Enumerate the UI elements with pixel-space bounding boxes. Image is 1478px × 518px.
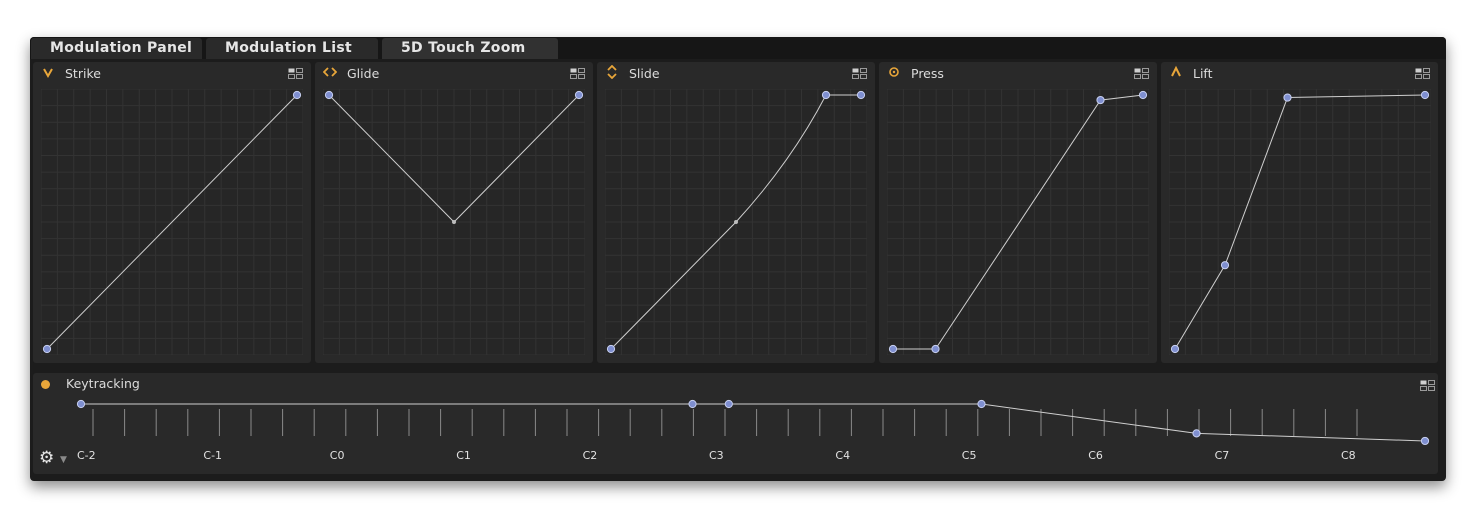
panel-slide: Slide [597, 62, 875, 363]
app-window: Modulation Panel Modulation List 5D Touc… [30, 37, 1446, 481]
panel-title-lift: Lift [1193, 66, 1213, 81]
note-label: C6 [1088, 449, 1103, 462]
curve-plot-press[interactable] [887, 89, 1149, 355]
layout-menu-icon[interactable] [570, 68, 585, 79]
strike-icon [41, 65, 55, 79]
panel-title-press: Press [911, 66, 944, 81]
layout-menu-icon[interactable] [1134, 68, 1149, 79]
curve-point[interactable] [888, 344, 898, 354]
curve-point[interactable] [856, 90, 866, 100]
keytracking-point[interactable] [1192, 429, 1201, 438]
glide-icon [322, 65, 338, 79]
panel-press: Press [879, 62, 1157, 363]
layout-menu-icon[interactable] [288, 68, 303, 79]
curve-plot-glide[interactable] [323, 89, 585, 355]
note-label: C4 [835, 449, 851, 462]
note-label: C8 [1341, 449, 1356, 462]
layout-menu-icon[interactable] [1415, 68, 1430, 79]
note-label: C7 [1214, 449, 1230, 462]
panel-glide: Glide [315, 62, 593, 363]
curve-point[interactable] [1283, 93, 1292, 102]
curve-point[interactable] [606, 344, 616, 354]
curve-point[interactable] [292, 90, 302, 100]
curve-point[interactable] [1420, 90, 1430, 100]
gear-icon[interactable]: ⚙ [39, 449, 54, 467]
tab-modulation-list[interactable]: Modulation List [206, 38, 378, 59]
chevron-down-icon[interactable]: ▼ [60, 455, 67, 465]
curve-point[interactable] [1096, 95, 1105, 105]
layout-menu-icon[interactable] [852, 68, 867, 79]
note-label: C-2 [77, 449, 96, 462]
curve-point[interactable] [324, 90, 334, 100]
curve-plot-slide[interactable] [605, 89, 867, 355]
slide-icon [605, 64, 619, 80]
keytracking-point[interactable] [688, 399, 697, 409]
panel-strike: Strike [33, 62, 311, 363]
curve-point[interactable] [821, 90, 831, 100]
press-icon [887, 65, 901, 79]
note-label: C5 [961, 449, 977, 462]
keytracking-point[interactable] [724, 399, 733, 409]
panel-lift: Lift [1161, 62, 1438, 363]
curve-point[interactable] [574, 90, 584, 100]
lift-icon [1169, 65, 1183, 79]
tab-modulation-panel[interactable]: Modulation Panel [31, 38, 202, 59]
curve-plot-strike[interactable] [41, 89, 303, 355]
curve-point[interactable] [1170, 344, 1180, 354]
tab-bar: Modulation Panel Modulation List 5D Touc… [30, 37, 1446, 59]
curve-point[interactable] [42, 344, 52, 354]
curve-handle[interactable] [452, 220, 456, 224]
note-label: C1 [456, 449, 471, 462]
note-label: C2 [582, 449, 598, 462]
curve-handle[interactable] [734, 220, 738, 224]
keytracking-point[interactable] [977, 399, 986, 409]
keytracking-panel: Keytracking C-2 C-1 C0 C1 C2 C3 C4 C5 C6 C7 C8 ⚙ ▼ [33, 373, 1438, 474]
keytracking-point[interactable] [76, 399, 86, 409]
curve-point[interactable] [1138, 90, 1148, 100]
note-label: C-1 [203, 449, 223, 462]
curve-point[interactable] [1220, 261, 1230, 270]
tab-5d-touch-zoom[interactable]: 5D Touch Zoom [382, 38, 558, 59]
curve-point[interactable] [931, 344, 940, 354]
note-label: C3 [709, 449, 724, 462]
curve-plot-lift[interactable] [1169, 89, 1431, 355]
keytracking-point[interactable] [1420, 436, 1430, 446]
panel-title-strike: Strike [65, 66, 101, 81]
panel-title-glide: Glide [347, 66, 380, 81]
panel-title-slide: Slide [629, 66, 660, 81]
note-label: C0 [329, 449, 345, 462]
